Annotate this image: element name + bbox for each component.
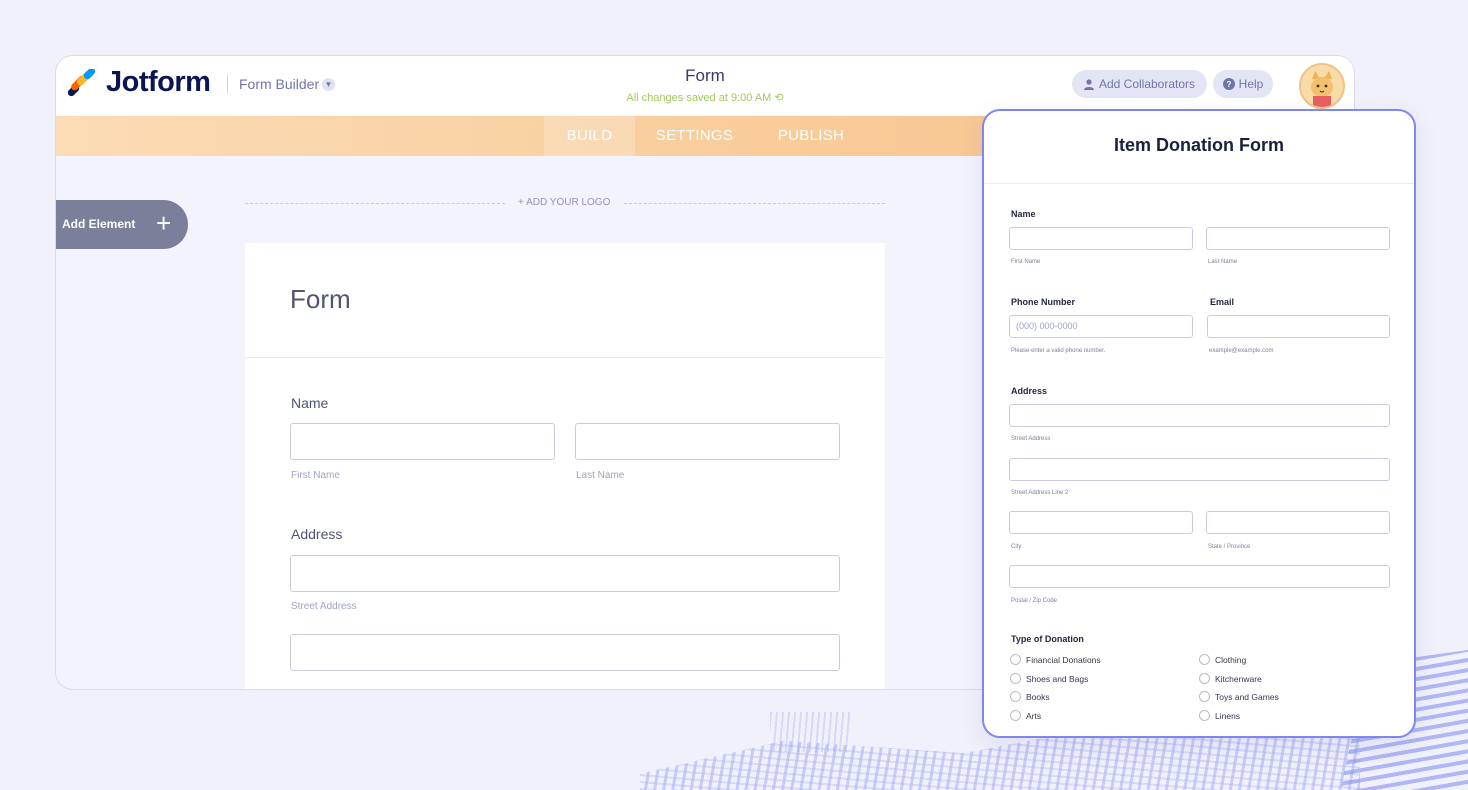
help-icon: ? xyxy=(1222,78,1235,90)
street-address-sublabel: Street Address xyxy=(291,601,357,612)
radio-option-label: Arts xyxy=(1026,710,1042,721)
add-collaborators-button[interactable]: Add Collaborators xyxy=(1072,70,1207,98)
preview-name-label: Name xyxy=(1011,209,1036,219)
avatar[interactable] xyxy=(1299,63,1345,109)
help-label: Help xyxy=(1238,77,1264,91)
radio-icon xyxy=(1010,654,1021,665)
radio-option-arts[interactable]: Arts xyxy=(1010,710,1041,721)
preview-city-sublabel: City xyxy=(1011,544,1022,550)
add-logo-link[interactable]: + ADD YOUR LOGO xyxy=(518,197,610,208)
radio-option-shoes-and-bags[interactable]: Shoes and Bags xyxy=(1010,673,1088,684)
undo-icon[interactable]: ⟲ xyxy=(774,92,783,104)
avatar-cat-icon xyxy=(1301,65,1343,107)
tab-publish[interactable]: PUBLISH xyxy=(768,116,854,156)
radio-option-label: Kitchenware xyxy=(1215,673,1262,684)
radio-option-label: Clothing xyxy=(1215,654,1247,665)
street-address-input[interactable] xyxy=(290,555,840,592)
radio-icon xyxy=(1199,673,1210,684)
form-title[interactable]: Form xyxy=(290,284,351,315)
preview-email-hint: example@example.com xyxy=(1209,348,1274,354)
radio-icon xyxy=(1199,710,1210,721)
tab-build[interactable]: BUILD xyxy=(544,116,635,156)
preview-form-title: Item Donation Form xyxy=(1114,135,1284,155)
radio-option-clothing[interactable]: Clothing xyxy=(1199,654,1246,665)
preview-street-address-input[interactable] xyxy=(1009,404,1390,427)
preview-last-name-sublabel: Last Name xyxy=(1208,259,1238,265)
preview-street-address-sublabel: Street Address xyxy=(1011,436,1051,442)
radio-icon xyxy=(1199,654,1210,665)
user-icon xyxy=(1083,78,1094,90)
preview-zip-input[interactable] xyxy=(1009,565,1390,588)
address-label[interactable]: Address xyxy=(291,526,342,542)
preview-donation-label: Type of Donation xyxy=(1011,634,1084,644)
radio-option-books[interactable]: Books xyxy=(1010,691,1050,702)
preview-zip-sublabel: Postal / Zip Code xyxy=(1011,598,1058,604)
decorative-brush-texture xyxy=(770,712,850,752)
first-name-sublabel: First Name xyxy=(291,470,340,481)
radio-option-linens[interactable]: Linens xyxy=(1199,710,1240,721)
svg-text:?: ? xyxy=(1226,80,1231,89)
plus-icon: + xyxy=(156,208,172,238)
radio-icon xyxy=(1010,691,1021,702)
divider xyxy=(245,203,505,205)
preview-phone-label: Phone Number xyxy=(1011,297,1076,307)
preview-last-name-input[interactable] xyxy=(1206,227,1390,250)
help-button[interactable]: ? Help xyxy=(1213,70,1273,98)
divider xyxy=(984,183,1414,184)
save-status-text: All changes saved at 9:00 AM xyxy=(626,92,772,104)
form-canvas: Form Name First Name Last Name Address S… xyxy=(245,243,885,689)
last-name-sublabel: Last Name xyxy=(576,470,625,481)
add-element-label: Add Element xyxy=(62,217,136,231)
preview-phone-input[interactable]: (000) 000-0000 xyxy=(1009,315,1193,338)
street-address-2-input[interactable] xyxy=(290,634,840,671)
first-name-input[interactable] xyxy=(290,423,555,460)
preview-email-input[interactable] xyxy=(1207,315,1390,338)
last-name-input[interactable] xyxy=(575,423,840,460)
form-preview-card: Item Donation Form Name First Name Last … xyxy=(982,109,1416,738)
preview-state-sublabel: State / Province xyxy=(1208,544,1251,550)
name-label[interactable]: Name xyxy=(291,395,328,411)
add-element-button[interactable]: Add Element + xyxy=(56,200,188,249)
radio-icon xyxy=(1010,710,1021,721)
preview-first-name-sublabel: First Name xyxy=(1011,259,1041,265)
preview-first-name-input[interactable] xyxy=(1009,227,1193,250)
radio-option-label: Shoes and Bags xyxy=(1026,673,1089,684)
radio-option-label: Toys and Games xyxy=(1215,691,1279,702)
tab-settings[interactable]: SETTINGS xyxy=(648,116,741,156)
radio-option-label: Linens xyxy=(1215,710,1241,721)
preview-phone-hint: Please enter a valid phone number. xyxy=(1011,348,1106,354)
preview-address-label: Address xyxy=(1011,386,1048,396)
preview-email-label: Email xyxy=(1210,297,1235,307)
divider xyxy=(624,203,885,205)
add-collaborators-label: Add Collaborators xyxy=(1098,77,1196,91)
radio-icon xyxy=(1199,691,1210,702)
radio-option-financial-donations[interactable]: Financial Donations xyxy=(1010,654,1101,665)
radio-icon xyxy=(1010,673,1021,684)
preview-state-input[interactable] xyxy=(1206,511,1390,534)
radio-option-label: Financial Donations xyxy=(1026,654,1101,665)
top-bar: Jotform Form Builder ▾ Form All changes … xyxy=(56,56,1354,116)
preview-street-address-2-input[interactable] xyxy=(1009,458,1390,481)
radio-option-kitchenware[interactable]: Kitchenware xyxy=(1199,673,1262,684)
radio-option-toys-and-games[interactable]: Toys and Games xyxy=(1199,691,1279,702)
preview-street-address-2-sublabel: Street Address Line 2 xyxy=(1011,490,1069,496)
preview-city-input[interactable] xyxy=(1009,511,1193,534)
radio-option-label: Books xyxy=(1026,691,1050,702)
